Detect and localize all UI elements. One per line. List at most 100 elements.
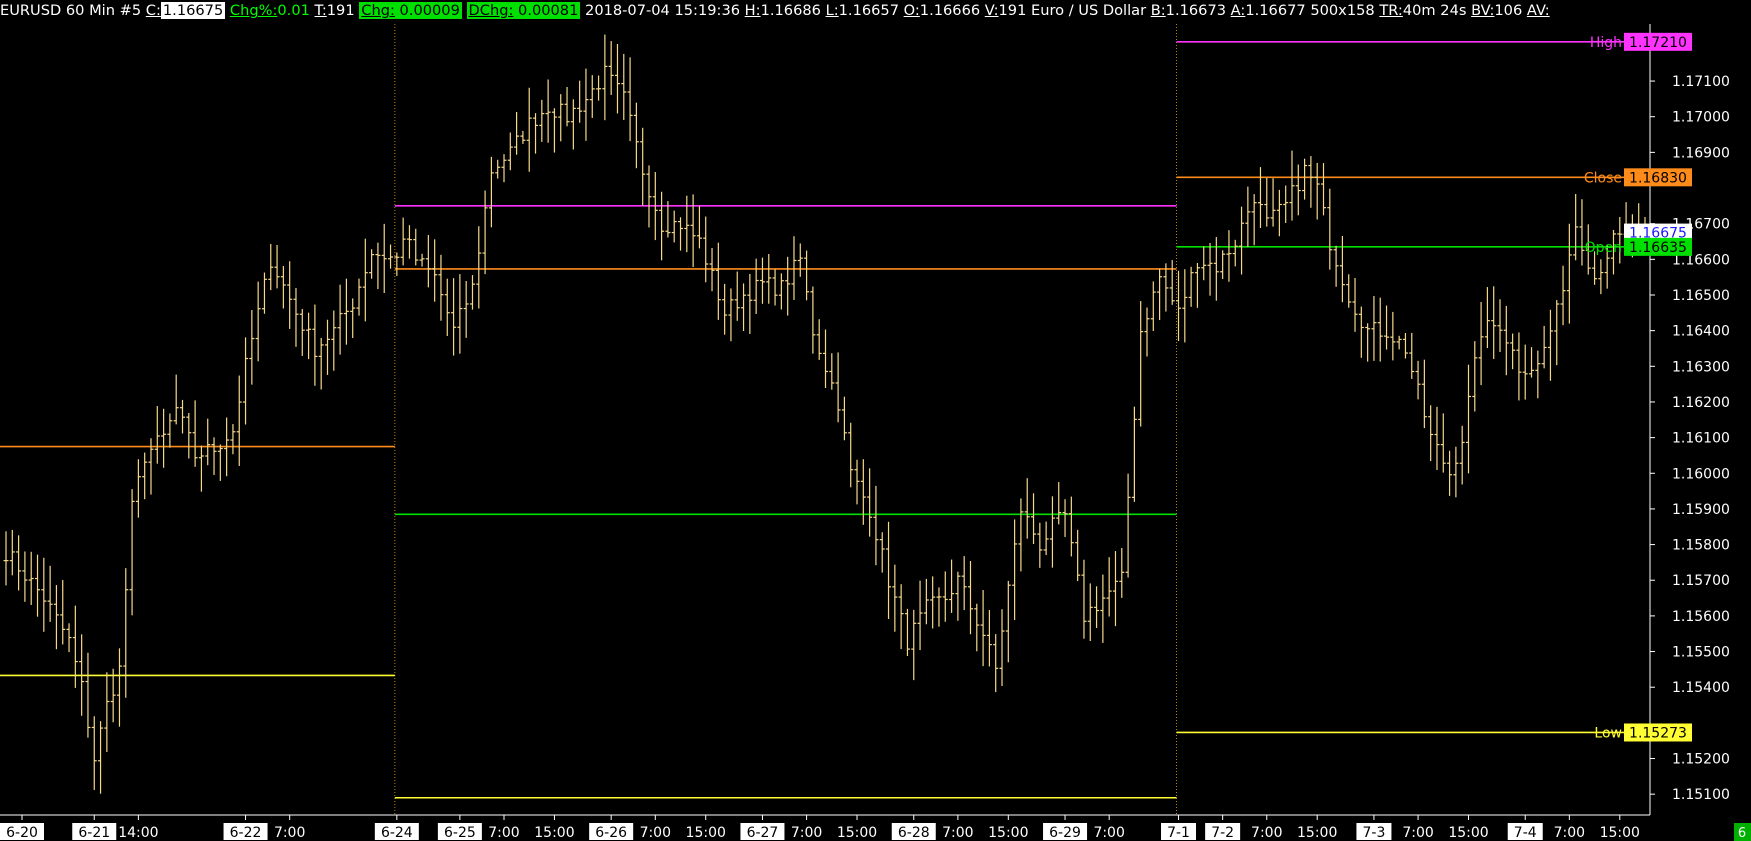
ohlc-bar [230, 424, 236, 455]
ohlc-bar [867, 468, 873, 537]
price-chart[interactable]: 1.171001.170001.169001.167001.166001.165… [0, 0, 1751, 841]
ohlc-bar [627, 57, 633, 142]
x-tick-label: 15:00 [686, 825, 726, 841]
ohlc-bar [1554, 300, 1560, 366]
ohlc-bar [659, 191, 665, 261]
ohlc-bar [142, 452, 148, 500]
x-tick-label: 15:00 [534, 825, 574, 841]
x-tick-label: 7-3 [1362, 825, 1385, 841]
ohlc-bar [570, 99, 576, 150]
y-tick-label: 1.15800 [1672, 538, 1730, 554]
ohlc-bar [684, 195, 690, 253]
ohlc-bar [1421, 359, 1427, 429]
ohlc-bar [1056, 482, 1062, 525]
ohlc-bar [1232, 239, 1238, 267]
ohlc-bar [337, 284, 343, 355]
ohlc-bar [703, 216, 709, 283]
x-tick-label: 6-29 [1049, 825, 1081, 841]
y-tick-label: 1.15100 [1672, 787, 1730, 803]
ohlc-bar [249, 310, 255, 385]
ohlc-bar [633, 102, 639, 169]
time-axis[interactable]: 6-20 6-21 14:00 6-22 7:00 6-24 6-25 7:00 15:00 6-… [0, 815, 1640, 841]
ohlc-bar [589, 75, 595, 118]
ohlc-bar [1327, 188, 1333, 270]
ohlc-bar [1566, 223, 1572, 324]
ohlc-bar [1314, 162, 1320, 220]
ohlc-bar [797, 243, 803, 277]
ohlc-bar [810, 286, 816, 354]
ohlc-bar [1472, 341, 1478, 412]
ohlc-bar [41, 557, 47, 632]
x-tick-label: 6-25 [444, 825, 476, 841]
x-tick-label: 6-28 [898, 825, 930, 841]
ohlc-bar [1270, 178, 1276, 227]
ohlc-bar [1295, 164, 1301, 216]
ohlc-bar [243, 337, 249, 425]
ohlc-bar [955, 571, 961, 621]
ohlc-bar [350, 298, 356, 339]
ohlc-bar [1510, 333, 1516, 370]
ohlc-bar [514, 112, 520, 155]
ohlc-bar [1239, 206, 1245, 275]
ohlc-bar [1529, 347, 1535, 378]
ohlc-bar [369, 249, 375, 279]
ohlc-bar [116, 648, 122, 727]
x-tick-label: 7:00 [1402, 825, 1433, 841]
ohlc-bar [268, 243, 274, 291]
ohlc-bar [1194, 262, 1200, 308]
ohlc-bar [1352, 278, 1358, 332]
ohlc-bar [211, 437, 217, 475]
ohlc-bar [1157, 268, 1163, 321]
ohlc-bar [1144, 307, 1150, 357]
ohlc-bar [1409, 332, 1415, 379]
x-tick-label: 6-27 [747, 825, 779, 841]
ohlc-bar [1049, 496, 1055, 568]
ohlc-bar [1339, 235, 1345, 303]
ohlc-bar [715, 242, 721, 320]
ohlc-bar [1365, 323, 1371, 362]
ohlc-bar [778, 273, 784, 310]
ohlc-bar [274, 244, 280, 289]
ohlc-bar [602, 34, 608, 121]
y-tick-label: 1.16200 [1672, 395, 1730, 411]
ohlc-bar [488, 156, 494, 228]
x-tick-label: 7-4 [1514, 825, 1537, 841]
right-price-labels: High 1.17210Close 1.168301.16675Open 1.1663… [1584, 32, 1692, 742]
ohlc-bar [47, 565, 53, 622]
ohlc-bar [1434, 406, 1440, 471]
y-tick-label: 1.15900 [1672, 502, 1730, 518]
ohlc-bar [917, 580, 923, 651]
ohlc-bar [741, 283, 747, 332]
ohlc-bar [1163, 263, 1169, 312]
x-tick-label: 15:00 [1600, 825, 1640, 841]
ohlc-bar [306, 312, 312, 360]
ohlc-bar [1182, 269, 1188, 343]
ohlc-bar [457, 274, 463, 354]
ohlc-bar [280, 266, 286, 309]
x-tick-label: 6-22 [230, 825, 262, 841]
ohlc-bar [911, 609, 917, 681]
ohlc-bar [98, 721, 104, 794]
ohlc-bar [343, 278, 349, 345]
ohlc-bar [1428, 405, 1434, 462]
ohlc-bar [841, 396, 847, 441]
ohlc-bar [356, 278, 362, 316]
ohlc-bar [1081, 559, 1087, 639]
ohlc-bar [1112, 551, 1118, 627]
ohlc-bar [255, 281, 261, 362]
ohlc-bar [1276, 189, 1282, 237]
y-tick-label: 1.16100 [1672, 431, 1730, 447]
ohlc-bar [167, 413, 173, 448]
ohlc-bar [104, 672, 110, 753]
ohlc-bar [1094, 586, 1100, 628]
ohlc-bar [1384, 305, 1390, 350]
price-box-value: 1.15273 [1629, 725, 1687, 741]
ohlc-bar [91, 716, 97, 790]
ohlc-bar [854, 459, 860, 505]
ohlc-bar [1560, 265, 1566, 326]
x-tick-label: 7-2 [1211, 825, 1234, 841]
ohlc-bar [873, 485, 879, 566]
x-tick-label: 7:00 [1093, 825, 1124, 841]
ohlc-bar [804, 250, 810, 301]
ohlc-bar [205, 418, 211, 466]
